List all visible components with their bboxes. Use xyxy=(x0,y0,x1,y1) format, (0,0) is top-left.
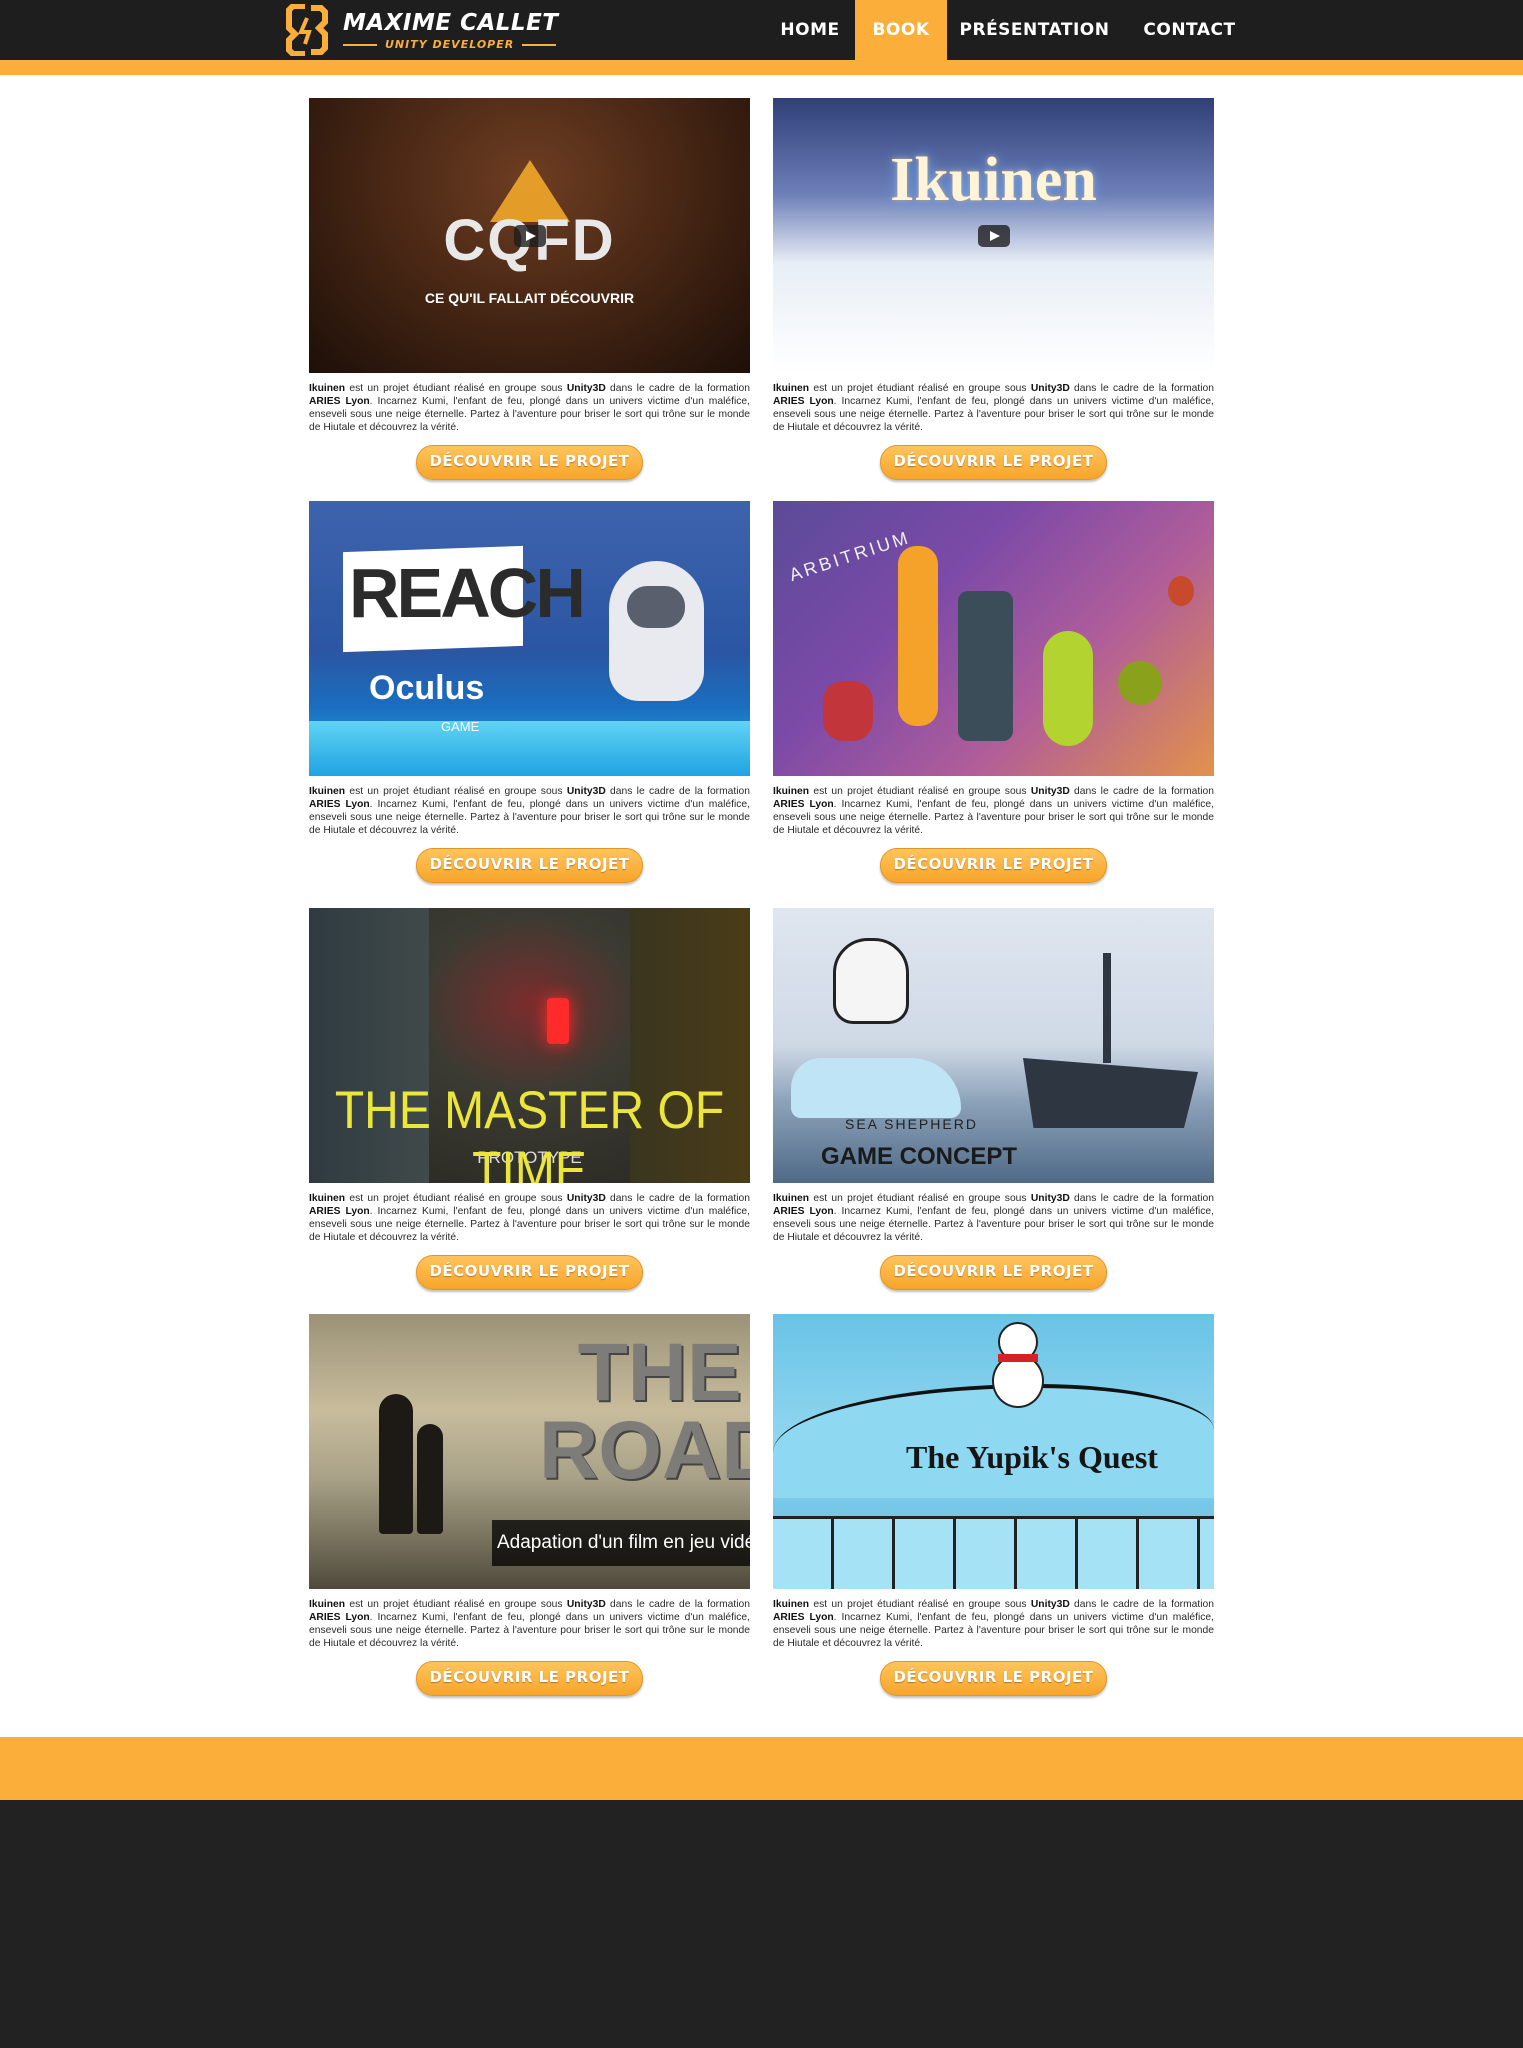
project-description: Ikuinen est un projet étudiant réalisé e… xyxy=(309,786,750,836)
character-shape xyxy=(1118,661,1162,705)
project-thumbnail[interactable]: Ikuinen xyxy=(773,98,1214,373)
discover-project-button[interactable]: DÉCOUVRIR LE PROJET xyxy=(416,445,643,480)
discover-project-button[interactable]: DÉCOUVRIR LE PROJET xyxy=(880,1255,1107,1290)
thumbnail-title: REACH xyxy=(349,554,586,632)
project-thumbnail[interactable]: CQFD CE QU'IL FALLAIT DÉCOUVRIR xyxy=(309,98,750,373)
discover-project-button[interactable]: DÉCOUVRIR LE PROJET xyxy=(416,1661,643,1696)
discover-project-button[interactable]: DÉCOUVRIR LE PROJET xyxy=(416,848,643,883)
figure-silhouette xyxy=(379,1394,413,1534)
ship-mast xyxy=(1103,953,1111,1063)
character-shape xyxy=(958,591,1013,741)
footer xyxy=(0,1800,1523,2048)
project-thumbnail[interactable]: THE MASTER OF TIME PROTOTYPE xyxy=(309,908,750,1183)
project-card: THE MASTER OF TIME PROTOTYPE Ikuinen est… xyxy=(309,908,750,1290)
thumbnail-title: THE ROAD xyxy=(539,1327,750,1496)
thumbnail-title: The Yupik's Quest xyxy=(906,1439,1158,1475)
discover-project-button[interactable]: DÉCOUVRIR LE PROJET xyxy=(880,848,1107,883)
project-description: Ikuinen est un projet étudiant réalisé e… xyxy=(309,383,750,433)
header-accent-stripe xyxy=(0,60,1523,75)
thumbnail-title: ARBITRIUM xyxy=(786,527,913,586)
project-thumbnail[interactable]: The Yupik's Quest xyxy=(773,1314,1214,1589)
play-icon[interactable] xyxy=(513,224,546,247)
project-card: CQFD CE QU'IL FALLAIT DÉCOUVRIR Ikuinen … xyxy=(309,98,750,480)
thumbnail-subtitle: SEA SHEPHERD xyxy=(845,1116,978,1132)
divider xyxy=(522,43,557,46)
project-card: THE ROAD Adapation d'un film en jeu vidé… xyxy=(309,1314,750,1696)
discover-project-button[interactable]: DÉCOUVRIR LE PROJET xyxy=(416,1255,643,1290)
project-card: SEA SHEPHERD GAME CONCEPT Ikuinen est un… xyxy=(773,908,1214,1290)
character-shape xyxy=(1043,631,1093,746)
project-description: Ikuinen est un projet étudiant réalisé e… xyxy=(773,786,1214,836)
discover-project-button[interactable]: DÉCOUVRIR LE PROJET xyxy=(880,445,1107,480)
logo-bracket-icon xyxy=(286,4,328,56)
project-thumbnail[interactable]: REACH Oculus GAME xyxy=(309,501,750,776)
project-thumbnail[interactable]: SEA SHEPHERD GAME CONCEPT xyxy=(773,908,1214,1183)
site-logo[interactable]: MAXIME CALLET UNITY DEVELOPER xyxy=(285,4,558,56)
robot-visor xyxy=(627,586,685,628)
character-shape xyxy=(823,681,873,741)
discover-project-button[interactable]: DÉCOUVRIR LE PROJET xyxy=(880,1661,1107,1696)
project-description: Ikuinen est un projet étudiant réalisé e… xyxy=(773,1599,1214,1649)
thumbnail-subtitle: Adapation d'un film en jeu vidéo xyxy=(497,1532,750,1553)
robot-character xyxy=(609,561,704,701)
project-description: Ikuinen est un projet étudiant réalisé e… xyxy=(309,1599,750,1649)
nav-presentation[interactable]: PRÉSENTATION xyxy=(947,0,1122,60)
ship xyxy=(1023,1058,1198,1128)
project-card: The Yupik's Quest Ikuinen est un projet … xyxy=(773,1314,1214,1696)
top-navbar: MAXIME CALLET UNITY DEVELOPER HOME BOOK … xyxy=(0,0,1523,60)
footer-accent-stripe xyxy=(0,1737,1523,1800)
project-thumbnail[interactable]: ARBITRIUM xyxy=(773,501,1214,776)
ice-fence xyxy=(773,1516,1214,1589)
logo-subtitle: UNITY DEVELOPER xyxy=(385,38,515,51)
project-description: Ikuinen est un projet étudiant réalisé e… xyxy=(309,1193,750,1243)
project-card: REACH Oculus GAME Ikuinen est un projet … xyxy=(309,501,750,883)
thumbnail-subtitle: CE QU'IL FALLAIT DÉCOUVRIR xyxy=(424,290,635,306)
thumbnail-title: GAME CONCEPT xyxy=(821,1143,1018,1170)
project-card: Ikuinen Ikuinen est un projet étudiant r… xyxy=(773,98,1214,480)
project-thumbnail[interactable]: THE ROAD Adapation d'un film en jeu vidé… xyxy=(309,1314,750,1589)
play-icon[interactable] xyxy=(977,224,1010,247)
skull-icon xyxy=(833,938,909,1024)
red-light xyxy=(547,998,569,1044)
snowman-scarf xyxy=(998,1354,1038,1362)
nav-book[interactable]: BOOK xyxy=(855,0,947,60)
water-base xyxy=(309,721,750,776)
project-description: Ikuinen est un projet étudiant réalisé e… xyxy=(773,383,1214,433)
logo-subtitle-row: UNITY DEVELOPER xyxy=(343,38,823,51)
thumbnail-subtitle: Oculus xyxy=(369,669,485,707)
nav-contact[interactable]: CONTACT xyxy=(1122,0,1257,60)
figure-silhouette xyxy=(417,1424,443,1534)
project-card: ARBITRIUM Ikuinen est un projet étudiant… xyxy=(773,501,1214,883)
thumbnail-subtitle-2: GAME xyxy=(441,719,480,734)
thumbnail-title: THE MASTER OF TIME xyxy=(334,1081,725,1183)
logo-name: MAXIME CALLET xyxy=(343,10,559,36)
project-description: Ikuinen est un projet étudiant réalisé e… xyxy=(773,1193,1214,1243)
divider xyxy=(343,43,377,46)
iceberg xyxy=(791,1058,961,1118)
thumbnail-title: Ikuinen xyxy=(890,146,1097,214)
snowman-body xyxy=(992,1354,1044,1408)
nav-home[interactable]: HOME xyxy=(765,0,855,60)
character-shape xyxy=(1168,576,1194,606)
character-shape xyxy=(898,546,938,726)
